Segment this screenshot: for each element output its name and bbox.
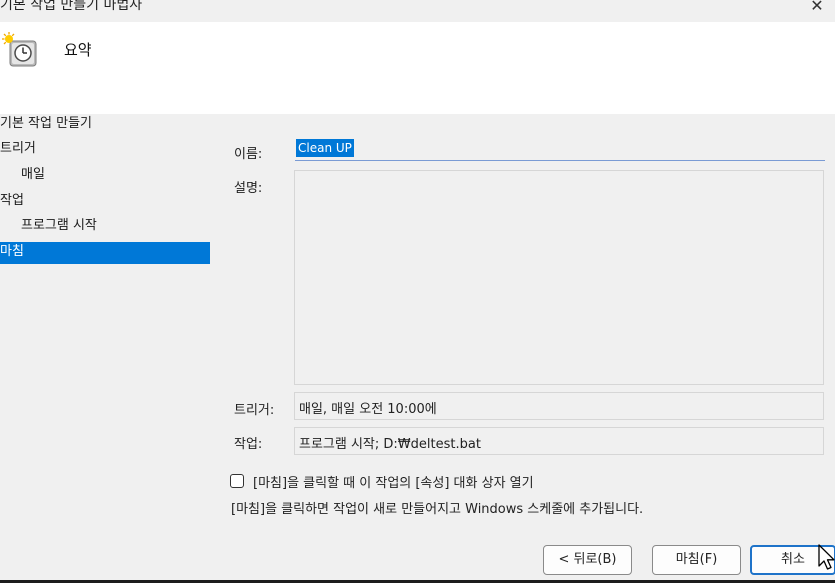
open-properties-label[interactable]: [마침]을 클릭할 때 이 작업의 [속성] 대화 상자 열기 (253, 472, 534, 491)
finish-info-text: [마침]을 클릭하면 작업이 새로 만들어지고 Windows 스케줄에 추가됩… (231, 502, 644, 517)
wizard-body: 기본 작업 만들기 트리거 매일 작업 프로그램 시작 마침 이름: Clean… (0, 114, 835, 583)
title-bar: 기본 작업 만들기 마법사 ✕ (0, 0, 835, 22)
page-heading: 요약 (64, 41, 92, 59)
action-value: 프로그램 시작; D:₩deltest.bat (299, 437, 481, 452)
wizard-header: 요약 (0, 22, 835, 114)
name-value: Clean UP (296, 139, 354, 157)
open-properties-checkbox[interactable] (230, 474, 244, 488)
open-properties-option[interactable]: [마침]을 클릭할 때 이 작업의 [속성] 대화 상자 열기 (230, 472, 534, 491)
description-label: 설명: (234, 181, 263, 196)
window-title: 기본 작업 만들기 마법사 (0, 0, 143, 13)
nav-step-create-basic-task[interactable]: 기본 작업 만들기 (0, 114, 210, 136)
nav-step-daily[interactable]: 매일 (0, 165, 210, 187)
action-field: 프로그램 시작; D:₩deltest.bat (294, 427, 824, 455)
trigger-value: 매일, 매일 오전 10:00에 (299, 402, 437, 417)
finish-button[interactable]: 마침(F) (652, 545, 741, 575)
name-label: 이름: (234, 147, 263, 162)
nav-step-start-program[interactable]: 프로그램 시작 (0, 216, 210, 238)
nav-step-action[interactable]: 작업 (0, 191, 210, 213)
task-clock-icon (2, 32, 37, 67)
nav-step-trigger[interactable]: 트리거 (0, 139, 210, 161)
close-icon[interactable]: ✕ (805, 0, 829, 16)
trigger-label: 트리거: (234, 403, 275, 418)
trigger-field: 매일, 매일 오전 10:00에 (294, 392, 824, 420)
name-field[interactable]: Clean UP (295, 136, 825, 161)
nav-step-finish[interactable]: 마침 (0, 242, 210, 264)
back-button[interactable]: < 뒤로(B) (543, 545, 632, 575)
description-field[interactable] (294, 170, 824, 385)
action-label: 작업: (234, 437, 263, 452)
mouse-cursor-icon (818, 544, 835, 570)
